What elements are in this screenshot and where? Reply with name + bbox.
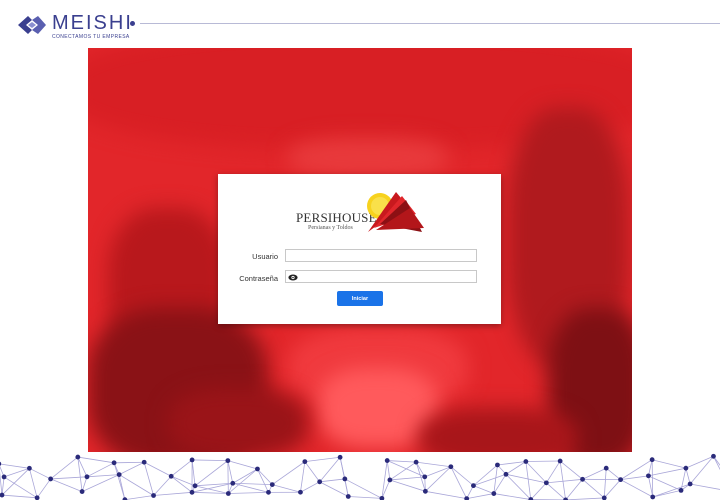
network-node [464, 496, 470, 500]
network-node [337, 454, 343, 460]
network-node [79, 489, 85, 494]
network-node [141, 459, 147, 465]
network-node [687, 481, 693, 487]
network-node [48, 476, 54, 482]
network-node [317, 479, 323, 485]
persihouse-logo-icon [367, 192, 424, 232]
network-pattern-decoration [0, 453, 720, 500]
persihouse-logo: PERSIHOUSE Persianas y Toldos [294, 188, 428, 236]
network-node [384, 458, 390, 463]
network-node [495, 462, 500, 468]
network-node [523, 459, 529, 464]
network-node [75, 454, 81, 460]
network-node [603, 465, 609, 471]
network-node [387, 477, 393, 483]
network-node [151, 493, 156, 498]
network-node [491, 491, 497, 496]
network-node [266, 489, 271, 495]
network-node [618, 477, 623, 483]
header-divider [140, 23, 720, 24]
network-node [230, 480, 236, 486]
meishi-logo-icon [18, 16, 46, 34]
network-node [649, 457, 655, 463]
network-node [189, 457, 195, 463]
network-node [413, 459, 419, 465]
network-node [422, 474, 428, 480]
network-node [189, 489, 195, 495]
network-node [111, 460, 117, 466]
eye-icon[interactable] [288, 274, 298, 281]
network-node [342, 476, 348, 482]
network-node [116, 472, 122, 478]
password-input[interactable] [285, 270, 477, 283]
login-button[interactable]: Iniciar sesión [337, 291, 383, 317]
network-node [1, 474, 7, 480]
network-node [298, 489, 303, 495]
network-node [225, 458, 231, 464]
username-input[interactable] [285, 249, 477, 262]
network-node [557, 458, 563, 464]
network-node [27, 465, 32, 471]
network-node [543, 480, 549, 486]
network-node [255, 466, 260, 472]
logo-subtitle: Persianas y Toldos [308, 225, 353, 231]
network-node [269, 482, 275, 488]
network-node [302, 459, 308, 465]
network-node [345, 494, 351, 499]
network-node [379, 495, 385, 500]
network-node [448, 464, 454, 470]
password-label: Contraseña [239, 274, 278, 283]
network-node [683, 465, 689, 471]
network-node [168, 473, 174, 479]
network-node [711, 453, 716, 459]
network-node [650, 494, 656, 500]
network-node [34, 495, 40, 500]
network-node [422, 488, 428, 494]
brand-logo: MEISHI CONECTAMOS TU EMPRESA [18, 12, 138, 40]
network-node [646, 473, 651, 479]
header-dot [130, 21, 135, 26]
network-node [84, 474, 90, 480]
network-node [0, 461, 2, 466]
brand-name: MEISHI [52, 12, 133, 34]
brand-tagline: CONECTAMOS TU EMPRESA [52, 34, 130, 40]
network-node [192, 483, 198, 489]
login-card: PERSIHOUSE Persianas y Toldos Usuario Co… [218, 174, 501, 324]
network-node [580, 476, 585, 482]
logo-title: PERSIHOUSE [296, 210, 377, 225]
network-node [471, 483, 476, 489]
network-node [225, 491, 231, 496]
network-node [678, 487, 684, 493]
network-node [503, 471, 509, 477]
username-label: Usuario [252, 252, 278, 261]
